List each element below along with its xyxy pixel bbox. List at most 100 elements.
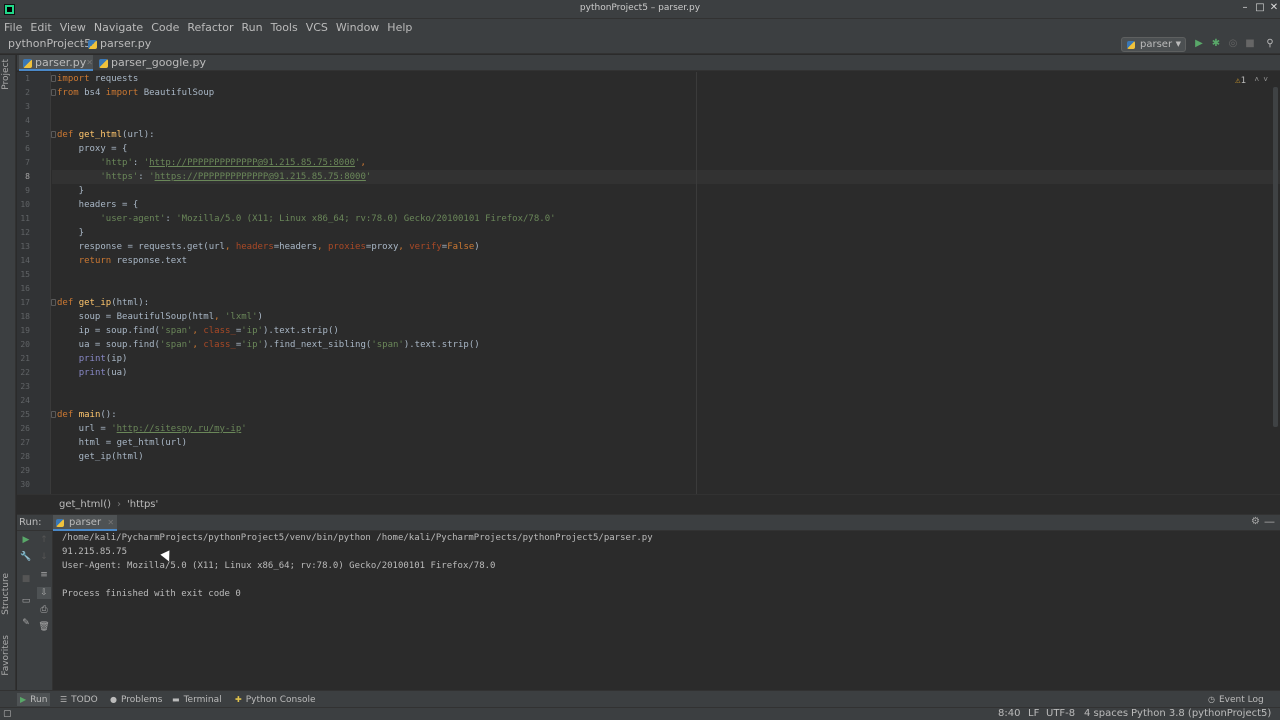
code-line[interactable]: soup = BeautifulSoup(html, 'lxml') <box>57 310 263 324</box>
code-line[interactable]: headers = { <box>57 198 139 212</box>
code-line[interactable]: } <box>57 184 84 198</box>
code-line[interactable]: 'http': 'http://PPPPPPPPPPPPP@91.215.85.… <box>57 156 366 170</box>
code-line[interactable]: response = requests.get(url, headers=hea… <box>57 240 480 254</box>
menu-help[interactable]: Help <box>387 21 412 34</box>
navigation-bar: pythonProject5 › parser.py parser ▼ ▶ ✱ … <box>0 36 1280 54</box>
code-line[interactable]: get_ip(html) <box>57 450 144 464</box>
hide-panel-icon[interactable]: — <box>1264 515 1275 528</box>
menu-vcs[interactable]: VCS <box>306 21 328 34</box>
run-configuration-label: parser <box>1140 39 1173 50</box>
event-log-button[interactable]: ◷ Event Log <box>1208 693 1264 706</box>
fold-marker[interactable] <box>51 89 56 96</box>
pin-icon[interactable]: ✎ <box>19 617 33 629</box>
code-line[interactable]: 'https': 'https://PPPPPPPPPPPPP@91.215.8… <box>57 170 371 184</box>
menu-bar: File Edit View Navigate Code Refactor Ru… <box>0 19 1280 36</box>
print-icon[interactable]: ⎙ <box>37 604 51 616</box>
code-line[interactable]: def get_html(url): <box>57 128 155 142</box>
menu-code[interactable]: Code <box>151 21 179 34</box>
indent-setting[interactable]: 4 spaces <box>1084 708 1128 720</box>
run-configuration-dropdown[interactable]: parser ▼ <box>1121 37 1186 52</box>
scroll-to-end-icon[interactable]: ⇩ <box>37 587 51 599</box>
menu-run[interactable]: Run <box>242 21 263 34</box>
fold-marker[interactable] <box>51 75 56 82</box>
breadcrumb-key[interactable]: 'https' <box>127 499 158 510</box>
search-icon[interactable]: ⚲ <box>1264 38 1276 50</box>
code-line[interactable]: print(ua) <box>57 366 128 380</box>
coverage-icon[interactable]: ◎ <box>1227 38 1239 50</box>
toggle-tool-windows-icon[interactable]: ▢ <box>3 708 12 720</box>
layout-icon[interactable]: ▭ <box>19 595 33 607</box>
minimize-button[interactable]: – <box>1238 2 1252 13</box>
code-line[interactable]: url = 'http://sitespy.ru/my-ip' <box>57 422 247 436</box>
soft-wrap-icon[interactable]: ≡ <box>37 569 51 581</box>
code-line[interactable]: } <box>57 226 84 240</box>
tab-parser-google-py[interactable]: parser_google.py ✕ <box>95 55 206 71</box>
file-encoding[interactable]: UTF-8 <box>1046 708 1075 720</box>
up-arrow-icon[interactable]: ↑ <box>37 534 51 546</box>
inspection-warnings[interactable]: ⚠1 <box>1235 76 1246 86</box>
run-tool-button[interactable]: ▶ Run <box>17 693 51 706</box>
menu-refactor[interactable]: Refactor <box>187 21 233 34</box>
run-tab-parser[interactable]: parser ✕ <box>53 515 118 531</box>
stop-icon[interactable]: ■ <box>19 573 33 585</box>
code-line[interactable]: html = get_html(url) <box>57 436 187 450</box>
code-line[interactable]: def main(): <box>57 408 117 422</box>
menu-navigate[interactable]: Navigate <box>94 21 143 34</box>
favorites-tool-window-button[interactable]: Favorites <box>1 635 11 676</box>
fold-marker[interactable] <box>51 299 56 306</box>
debug-icon[interactable]: ✱ <box>1210 38 1222 50</box>
menu-tools[interactable]: Tools <box>271 21 298 34</box>
trash-icon[interactable]: 🗑 <box>37 621 51 633</box>
problems-tool-button[interactable]: ● Problems <box>110 693 162 706</box>
todo-tool-button[interactable]: ☰ TODO <box>60 693 98 706</box>
gear-icon[interactable]: ⚙ <box>1251 516 1260 527</box>
code-line[interactable]: print(ip) <box>57 352 128 366</box>
project-tool-window-button[interactable]: Project <box>1 59 11 90</box>
breadcrumb-function[interactable]: get_html() <box>59 499 111 510</box>
menu-view[interactable]: View <box>60 21 86 34</box>
close-tab-icon[interactable]: ✕ <box>86 55 93 70</box>
editor-tabs: parser.py ✕ parser_google.py ✕ <box>17 55 1280 71</box>
right-margin-guide <box>696 72 697 494</box>
line-separator[interactable]: LF <box>1028 708 1039 720</box>
code-line[interactable]: proxy = { <box>57 142 128 156</box>
console-line: Process finished with exit code 0 <box>62 589 241 599</box>
code-line[interactable]: 'user-agent': 'Mozilla/5.0 (X11; Linux x… <box>57 212 555 226</box>
menu-file[interactable]: File <box>4 21 22 34</box>
close-window-button[interactable]: ✕ <box>1267 2 1280 13</box>
run-icon[interactable]: ▶ <box>1193 38 1205 50</box>
breadcrumb-project[interactable]: pythonProject5 <box>8 37 91 50</box>
run-console[interactable]: /home/kali/PycharmProjects/pythonProject… <box>54 531 1280 690</box>
wrench-icon[interactable]: 🔧 <box>19 551 33 563</box>
code-line[interactable]: return response.text <box>57 254 187 268</box>
python-console-tool-button[interactable]: ✚ Python Console <box>235 693 316 706</box>
menu-window[interactable]: Window <box>336 21 379 34</box>
left-tool-stripe: Project Structure Favorites <box>0 55 16 690</box>
stop-icon[interactable]: ■ <box>1244 38 1256 50</box>
code-editor[interactable]: 1 2 3 4 5 6 7 8 9 10 11 12 13 14 15 16 1… <box>17 72 1280 494</box>
rerun-icon[interactable]: ▶ <box>19 534 33 546</box>
terminal-tool-button[interactable]: ▬ Terminal <box>172 693 222 706</box>
code-line[interactable]: def get_ip(html): <box>57 296 149 310</box>
breadcrumb-file[interactable]: parser.py <box>100 37 151 50</box>
structure-tool-window-button[interactable]: Structure <box>1 573 11 615</box>
inspection-navigation-icons[interactable]: ˄˅ <box>1254 75 1272 85</box>
python-interpreter[interactable]: Python 3.8 (pythonProject5) <box>1131 708 1271 720</box>
maximize-button[interactable]: □ <box>1253 2 1267 13</box>
code-line[interactable]: ip = soup.find('span', class_='ip').text… <box>57 324 339 338</box>
code-line[interactable]: import requests <box>57 72 138 86</box>
close-tab-icon[interactable]: ✕ <box>107 515 114 530</box>
python-file-icon <box>23 59 32 68</box>
fold-marker[interactable] <box>51 411 56 418</box>
problems-icon: ● <box>110 695 117 704</box>
editor-scrollbar[interactable] <box>1273 87 1278 427</box>
fold-marker[interactable] <box>51 131 56 138</box>
code-line[interactable]: ua = soup.find('span', class_='ip').find… <box>57 338 480 352</box>
close-tab-icon[interactable]: ✕ <box>194 55 201 70</box>
tab-parser-py[interactable]: parser.py ✕ <box>19 55 93 71</box>
console-line: User-Agent: Mozilla/5.0 (X11; Linux x86_… <box>62 561 496 571</box>
code-line[interactable]: from bs4 import BeautifulSoup <box>57 86 214 100</box>
down-arrow-icon[interactable]: ↓ <box>37 551 51 563</box>
menu-edit[interactable]: Edit <box>30 21 51 34</box>
caret-position[interactable]: 8:40 <box>998 708 1020 720</box>
